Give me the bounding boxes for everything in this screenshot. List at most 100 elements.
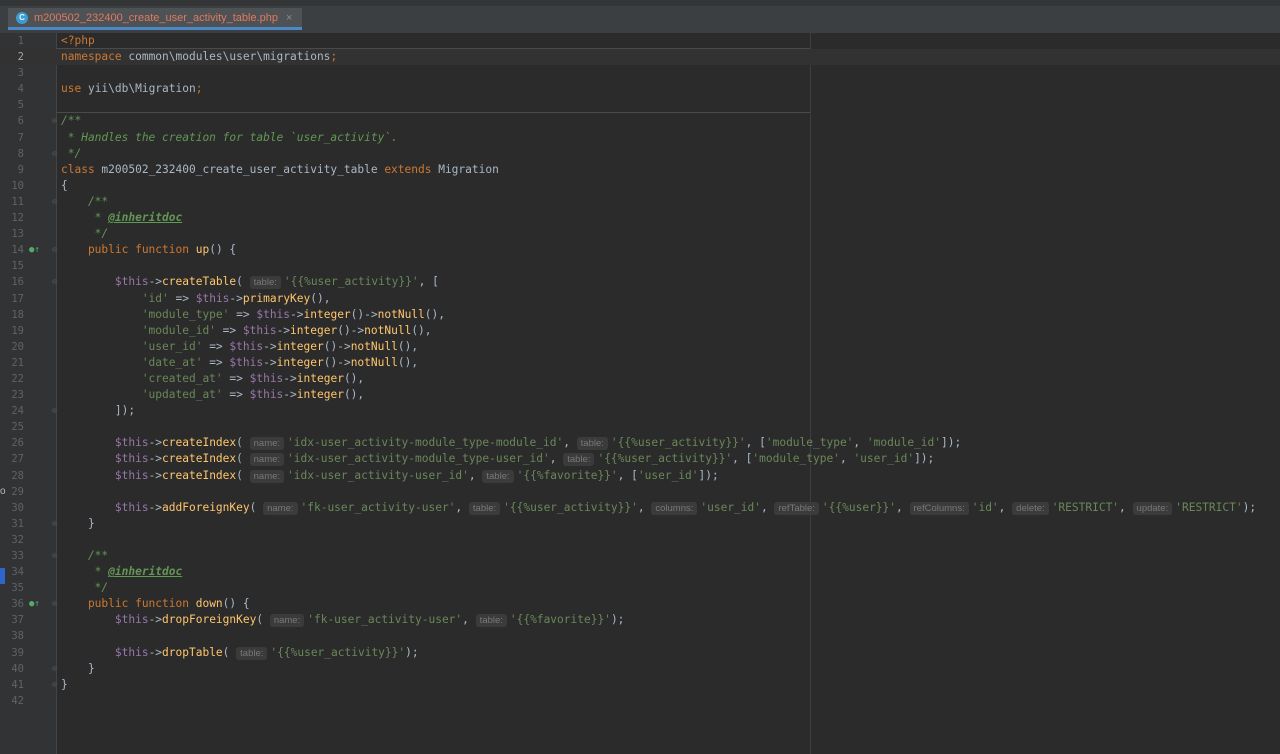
line-number[interactable]: 22 <box>0 371 24 387</box>
code-line[interactable]: 30 $this->addForeignKey( name:'fk-user_a… <box>0 500 1280 516</box>
code-line[interactable]: 20 'user_id' => $this->integer()->notNul… <box>0 339 1280 355</box>
line-text[interactable]: $this->createIndex( name:'idx-user_activ… <box>61 435 961 451</box>
line-number[interactable]: 40 <box>0 661 24 677</box>
line-number[interactable]: 32 <box>0 532 24 548</box>
code-line[interactable]: 37 $this->dropForeignKey( name:'fk-user_… <box>0 612 1280 628</box>
line-number[interactable]: 27 <box>0 451 24 467</box>
line-number[interactable]: 39 <box>0 645 24 661</box>
close-icon[interactable]: × <box>286 12 292 24</box>
line-number[interactable]: 8 <box>0 146 24 162</box>
line-number[interactable]: 14 <box>0 242 24 258</box>
line-text[interactable]: { <box>61 178 68 194</box>
code-line[interactable]: 27 $this->createIndex( name:'idx-user_ac… <box>0 451 1280 467</box>
code-line[interactable]: 5 <box>0 97 1280 113</box>
line-text[interactable]: $this->createIndex( name:'idx-user_activ… <box>61 451 934 467</box>
tab-migration-file[interactable]: C m200502_232400_create_user_activity_ta… <box>8 8 303 30</box>
code-line[interactable]: 36 ●↑ ⊖ public function down() { <box>0 596 1280 612</box>
line-number[interactable]: 41 <box>0 677 24 693</box>
line-number[interactable]: 4 <box>0 81 24 97</box>
code-line[interactable]: 41 ⊖} <box>0 677 1280 693</box>
line-text[interactable]: 'date_at' => $this->integer()->notNull()… <box>61 355 418 371</box>
line-number[interactable]: 31 <box>0 516 24 532</box>
line-number[interactable]: 11 <box>0 194 24 210</box>
code-line[interactable]: 8 ⊖ */ <box>0 146 1280 162</box>
fold-icon[interactable]: ⊖ <box>52 242 57 258</box>
code-line[interactable]: 18 'module_type' => $this->integer()->no… <box>0 307 1280 323</box>
line-text[interactable]: 'updated_at' => $this->integer(), <box>61 387 364 403</box>
line-text[interactable]: /** <box>61 113 81 129</box>
line-number[interactable]: 37 <box>0 612 24 628</box>
line-text[interactable]: public function up() { <box>61 242 236 258</box>
line-number[interactable]: 21 <box>0 355 24 371</box>
line-number[interactable]: 1 <box>0 33 24 49</box>
line-number[interactable]: 13 <box>0 226 24 242</box>
code-line[interactable]: 25 <box>0 419 1280 435</box>
code-line[interactable]: 6 ⊖ /** <box>0 113 1280 129</box>
fold-icon[interactable]: ⊖ <box>52 113 57 129</box>
line-text[interactable]: */ <box>61 226 108 242</box>
line-text[interactable]: * @inheritdoc <box>61 564 183 580</box>
line-number[interactable]: 7 <box>0 130 24 146</box>
line-text[interactable]: * @inheritdoc <box>61 210 183 226</box>
fold-icon[interactable]: ⊖ <box>52 661 57 677</box>
line-number[interactable]: 19 <box>0 323 24 339</box>
code-line[interactable]: 17 'id' => $this->primaryKey(), <box>0 291 1280 307</box>
code-line[interactable]: 19 'module_id' => $this->integer()->notN… <box>0 323 1280 339</box>
code-line[interactable]: 22 'created_at' => $this->integer(), <box>0 371 1280 387</box>
code-line[interactable]: 13 */ <box>0 226 1280 242</box>
override-method-icon[interactable]: ●↑ <box>29 596 40 612</box>
code-lines[interactable]: 1 <?php 2 namespace common\modules\user\mig… <box>0 33 1280 709</box>
code-line[interactable]: 7 * Handles the creation for table `user… <box>0 130 1280 146</box>
line-number[interactable]: 3 <box>0 65 24 81</box>
line-number[interactable]: 23 <box>0 387 24 403</box>
fold-icon[interactable]: ⊖ <box>52 516 57 532</box>
fold-icon[interactable]: ⊖ <box>52 146 57 162</box>
code-line[interactable]: 29 <box>0 484 1280 500</box>
code-line[interactable]: 35 */ <box>0 580 1280 596</box>
line-text[interactable]: $this->dropTable( table: '{{%user_activit… <box>61 645 419 661</box>
line-number[interactable]: 16 <box>0 274 24 290</box>
fold-icon[interactable]: ⊖ <box>52 677 57 693</box>
code-line[interactable]: 38 <box>0 628 1280 644</box>
code-line[interactable]: 2 namespace common\modules\user\migration… <box>0 49 1280 66</box>
code-line[interactable]: 34 * @inheritdoc <box>0 564 1280 580</box>
line-number[interactable]: 20 <box>0 339 24 355</box>
fold-icon[interactable]: ⊖ <box>52 274 57 290</box>
line-text[interactable]: } <box>61 677 68 693</box>
line-number[interactable]: 25 <box>0 419 24 435</box>
code-line[interactable]: 3 <box>0 65 1280 81</box>
code-line[interactable]: 12 * @inheritdoc <box>0 210 1280 226</box>
line-text[interactable]: } <box>61 661 95 677</box>
code-line[interactable]: 31 ⊖ } <box>0 516 1280 532</box>
line-number[interactable]: 42 <box>0 693 24 709</box>
code-line[interactable]: 39 $this->dropTable( table: '{{%user_acti… <box>0 645 1280 661</box>
line-text[interactable]: */ <box>61 146 81 162</box>
code-line[interactable]: 14 ●↑ ⊖ public function up() { <box>0 242 1280 258</box>
line-number[interactable]: 28 <box>0 468 24 484</box>
line-number[interactable]: 35 <box>0 580 24 596</box>
code-line[interactable]: 33 ⊖ /** <box>0 548 1280 564</box>
line-number[interactable]: 9 <box>0 162 24 178</box>
code-line[interactable]: 26 $this->createIndex( name:'idx-user_ac… <box>0 435 1280 451</box>
line-text[interactable]: class m200502_232400_create_user_activit… <box>61 162 499 178</box>
line-number[interactable]: 26 <box>0 435 24 451</box>
line-text[interactable]: 'created_at' => $this->integer(), <box>61 371 364 387</box>
line-text[interactable]: <?php <box>61 33 95 49</box>
code-line[interactable]: 28 $this->createIndex( name:'idx-user_ac… <box>0 468 1280 484</box>
line-number[interactable]: 33 <box>0 548 24 564</box>
line-text[interactable]: /** <box>61 194 108 210</box>
code-editor[interactable]: o 1 <?php 2 namespace common\modules\user\m… <box>0 33 1280 754</box>
line-text[interactable]: } <box>61 516 95 532</box>
line-text[interactable]: $this->createTable( table: '{{%user_activ… <box>61 274 439 290</box>
line-number[interactable]: 15 <box>0 258 24 274</box>
fold-icon[interactable]: ⊖ <box>52 596 57 612</box>
code-line[interactable]: 24 ⊖ ]); <box>0 403 1280 419</box>
code-line[interactable]: 32 <box>0 532 1280 548</box>
code-line[interactable]: 4 use yii\db\Migration; <box>0 81 1280 97</box>
line-number[interactable]: 18 <box>0 307 24 323</box>
line-text[interactable]: $this->addForeignKey( name:'fk-user_acti… <box>61 500 1256 516</box>
line-text[interactable]: */ <box>61 580 108 596</box>
code-line[interactable]: 11 ⊖ /** <box>0 194 1280 210</box>
line-number[interactable]: 29 <box>0 484 24 500</box>
line-text[interactable]: public function down() { <box>61 596 250 612</box>
